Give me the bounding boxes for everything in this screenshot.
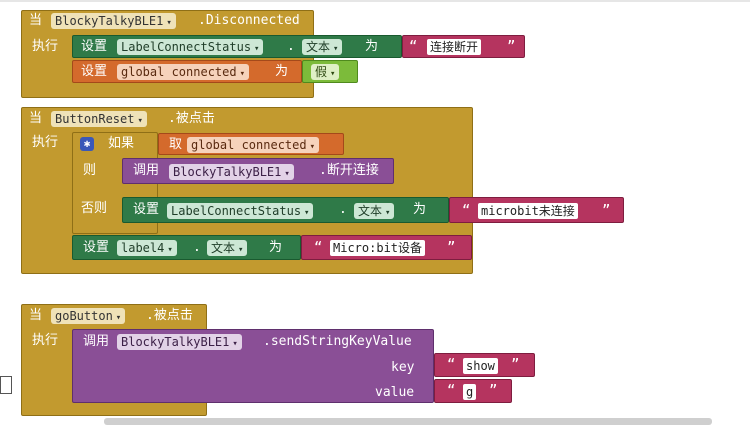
horizontal-scrollbar[interactable] [104,418,712,425]
quote-close-icon: ” [507,39,516,55]
chevron-down-icon: ▾ [238,245,244,255]
component-dropdown[interactable]: LabelConnectStatus ▾ [167,203,314,219]
quote-open-icon: “ [447,383,456,399]
method-label: .断开连接 [319,163,379,178]
chevron-down-icon: ▾ [115,313,122,323]
set-label: 设置 [133,202,160,217]
property-dropdown[interactable]: 文本 ▾ [354,203,395,219]
quote-close-icon: ” [602,203,611,219]
to-label: 为 [269,240,283,255]
chevron-down-icon: ▾ [333,44,339,54]
else-label: 否则 [81,201,108,216]
boolean-block[interactable]: 假 ▾ [302,60,358,83]
value-label: value [375,385,415,400]
when-label: 当 [29,111,43,126]
call-method-block[interactable]: 调用 BlockyTalkyBLE1 ▾ .断开连接 [122,158,394,184]
to-label: 为 [413,202,427,217]
text-value[interactable]: microbit未连接 [478,203,578,219]
quote-close-icon: ” [511,357,520,373]
text-block-value[interactable]: “ g ” [434,379,512,403]
chevron-down-icon: ▾ [167,245,173,255]
get-label: 取 [169,137,183,152]
if-label: 如果 [108,136,135,151]
set-label: 设置 [83,240,110,255]
quote-close-icon: ” [489,383,498,399]
call-label: 调用 [133,163,160,178]
quote-open-icon: “ [314,240,323,256]
key-label: key [391,360,415,375]
event-name-label: .被点击 [146,308,193,323]
variable-dropdown[interactable]: global connected ▾ [117,64,250,80]
property-dropdown[interactable]: 文本 ▾ [207,240,248,256]
do-label: 执行 [32,135,59,150]
quote-open-icon: “ [409,39,418,55]
property-dropdown[interactable]: 文本 ▾ [302,39,343,55]
set-property-block[interactable]: 设置 LabelConnectStatus ▾ . 文本 ▾ 为 [122,197,449,223]
component-dropdown[interactable]: BlockyTalkyBLE1 ▾ [51,13,176,29]
chevron-down-icon: ▾ [284,169,290,179]
to-label: 为 [365,39,379,54]
quote-open-icon: “ [447,357,456,373]
chevron-down-icon: ▾ [166,18,172,28]
quote-open-icon: “ [462,203,471,219]
boolean-dropdown[interactable]: 假 ▾ [311,64,340,80]
do-label: 执行 [32,39,59,54]
method-label: .sendStringKeyValue [263,334,412,349]
text-value[interactable]: 连接断开 [427,39,482,55]
component-dropdown[interactable]: BlockyTalkyBLE1 ▾ [117,334,242,350]
chevron-down-icon: ▾ [254,44,260,54]
chevron-down-icon: ▾ [309,142,316,152]
trashcan-edge[interactable] [0,376,12,394]
set-label: 设置 [81,64,108,79]
canvas-top-border [0,0,750,2]
set-property-block[interactable]: 设置 label4 ▾ . 文本 ▾ 为 [72,235,301,260]
get-variable-block[interactable]: 取 global connected ▾ [158,133,344,155]
to-label: 为 [275,64,289,79]
component-dropdown[interactable]: LabelConnectStatus ▾ [117,39,264,55]
chevron-down-icon: ▾ [385,208,391,218]
set-variable-block[interactable]: 设置 global connected ▾ 为 [72,60,302,83]
chevron-down-icon: ▾ [304,208,310,218]
dot-label: . [339,202,347,217]
key-value[interactable]: show [463,358,498,374]
event-name-label: .Disconnected [198,13,300,28]
event-name-label: .被点击 [168,111,215,126]
component-dropdown[interactable]: ButtonReset ▾ [51,111,147,127]
chevron-down-icon: ▾ [232,339,238,349]
dot-label: . [193,240,201,255]
dot-label: . [287,39,295,54]
do-label: 执行 [32,333,59,348]
text-block[interactable]: “ microbit未连接 ” [449,197,624,223]
set-property-block[interactable]: 设置 LabelConnectStatus ▾ . 文本 ▾ 为 [72,35,402,58]
then-label: 则 [83,163,97,178]
component-dropdown[interactable]: goButton ▾ [51,308,126,324]
text-block[interactable]: “ Micro:bit设备 ” [301,235,472,260]
text-block[interactable]: “ 连接断开 ” [402,35,525,58]
quote-close-icon: ” [447,240,456,256]
gear-icon[interactable]: ✱ [80,137,94,151]
chevron-down-icon: ▾ [137,116,143,126]
chevron-down-icon: ▾ [239,69,246,79]
call-method-block[interactable]: 调用 BlockyTalkyBLE1 ▾ .sendStringKeyValue … [72,329,434,403]
component-dropdown[interactable]: label4 ▾ [117,240,177,256]
set-label: 设置 [81,39,108,54]
text-block-key[interactable]: “ show ” [434,353,535,377]
variable-dropdown[interactable]: global connected ▾ [187,137,320,153]
chevron-down-icon: ▾ [330,69,336,79]
when-label: 当 [29,308,43,323]
component-dropdown[interactable]: BlockyTalkyBLE1 ▾ [169,164,294,180]
call-label: 调用 [83,334,110,349]
value-value[interactable]: g [463,384,477,400]
when-label: 当 [29,13,43,28]
text-value[interactable]: Micro:bit设备 [330,240,426,256]
